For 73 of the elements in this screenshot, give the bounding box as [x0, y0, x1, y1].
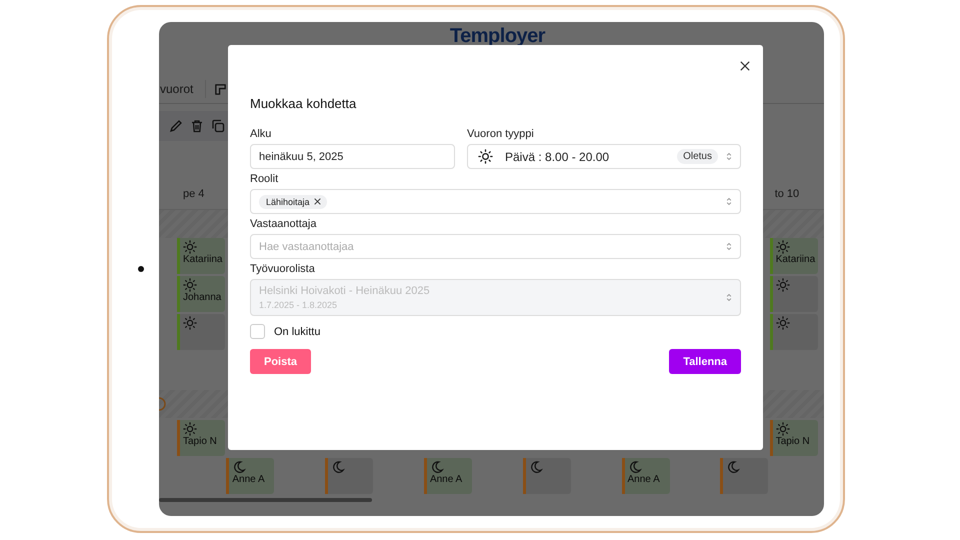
close-button[interactable] — [738, 59, 752, 73]
shift-card[interactable]: Tapio N — [177, 420, 225, 456]
sun-icon — [183, 316, 197, 330]
scrollbar[interactable] — [159, 498, 372, 502]
employee-name: Anne A — [628, 474, 660, 485]
day-header: to 10 — [774, 188, 800, 200]
date-range: 1.7.2025 - 1.8.2025 — [259, 300, 338, 310]
shift-card[interactable]: Anne A — [622, 458, 670, 494]
remove-icon[interactable] — [314, 198, 321, 205]
chevron-updown-icon — [726, 152, 732, 161]
employee-name: Katariina — [183, 254, 222, 265]
shift-card[interactable]: Johanna — [177, 276, 225, 312]
chevron-updown-icon — [726, 197, 732, 206]
field-label: Roolit — [250, 173, 280, 186]
field-label: Vuoron tyyppi — [467, 128, 535, 141]
chevron-updown-icon — [726, 242, 732, 251]
copy-icon[interactable] — [211, 119, 225, 133]
sun-icon — [183, 422, 197, 436]
checkbox-label: On lukittu — [274, 326, 320, 338]
employee-name: Johanna — [183, 292, 222, 303]
recipient-field[interactable]: Hae vastaanottajaa — [250, 234, 741, 259]
employee-name: Anne A — [430, 474, 462, 485]
date-field[interactable]: heinäkuu 5, 2025 — [250, 144, 455, 169]
shift-card[interactable] — [720, 458, 768, 494]
sun-icon — [183, 240, 197, 254]
field-label: Työvuorolista — [250, 263, 316, 276]
employee-name: Katariina — [776, 254, 816, 265]
employee-name: Anne A — [232, 474, 265, 485]
chip-label: Lähihoitaja — [266, 196, 310, 206]
field-label: Alku — [250, 128, 272, 141]
select-value: Helsinki Hoivakoti - Heinäkuu 2025 — [259, 285, 431, 297]
layout-icon[interactable] — [214, 82, 228, 96]
sun-icon — [776, 278, 790, 292]
shift-card[interactable] — [522, 458, 571, 494]
moon-icon — [726, 460, 740, 474]
moon-icon — [628, 460, 642, 474]
shift-card[interactable] — [325, 458, 374, 494]
roles-select[interactable]: Lähihoitaja — [250, 189, 741, 214]
view-tab[interactable]: vuorot — [159, 82, 206, 96]
sun-icon — [776, 316, 790, 330]
pencil-icon[interactable] — [169, 119, 183, 133]
shift-card[interactable] — [177, 314, 225, 350]
shift-type-select[interactable]: Päivä : 8.00 - 20.00 Oletus — [467, 144, 741, 169]
moon-icon — [430, 460, 444, 474]
moon-icon — [232, 460, 246, 474]
shift-card[interactable]: Tapio N — [770, 420, 818, 456]
shift-card[interactable]: Anne A — [226, 458, 274, 494]
shift-card[interactable]: Katariina — [177, 238, 225, 274]
field-label: Vastaanottaja — [250, 218, 318, 231]
shift-card[interactable] — [770, 314, 818, 350]
trash-icon[interactable] — [190, 119, 204, 133]
sun-icon — [776, 240, 790, 254]
shift-card[interactable]: Anne A — [424, 458, 472, 494]
save-button[interactable]: Tallenna — [669, 349, 741, 374]
delete-button[interactable]: Poista — [250, 349, 312, 374]
moon-icon — [331, 460, 346, 474]
checkbox[interactable] — [250, 324, 265, 339]
shift-card[interactable] — [770, 276, 818, 312]
shift-card[interactable]: Katariina — [770, 238, 818, 274]
role-chip[interactable]: Lähihoitaja — [259, 194, 327, 208]
moon-icon — [528, 460, 543, 474]
employee-name: Tapio N — [776, 436, 810, 447]
chevron-updown-icon — [726, 293, 732, 302]
app-logo: Temployer — [448, 25, 546, 48]
day-header: pe 4 — [182, 188, 206, 200]
dialog-title: Muokkaa kohdetta — [250, 96, 358, 111]
select-value: Päivä : 8.00 - 20.00 — [505, 150, 610, 164]
default-badge: Oletus — [677, 149, 718, 164]
camera-dot — [138, 266, 144, 272]
employee-name: Tapio N — [183, 436, 217, 447]
sun-icon — [776, 422, 790, 436]
sun-icon — [183, 278, 197, 292]
sun-icon — [478, 149, 493, 164]
